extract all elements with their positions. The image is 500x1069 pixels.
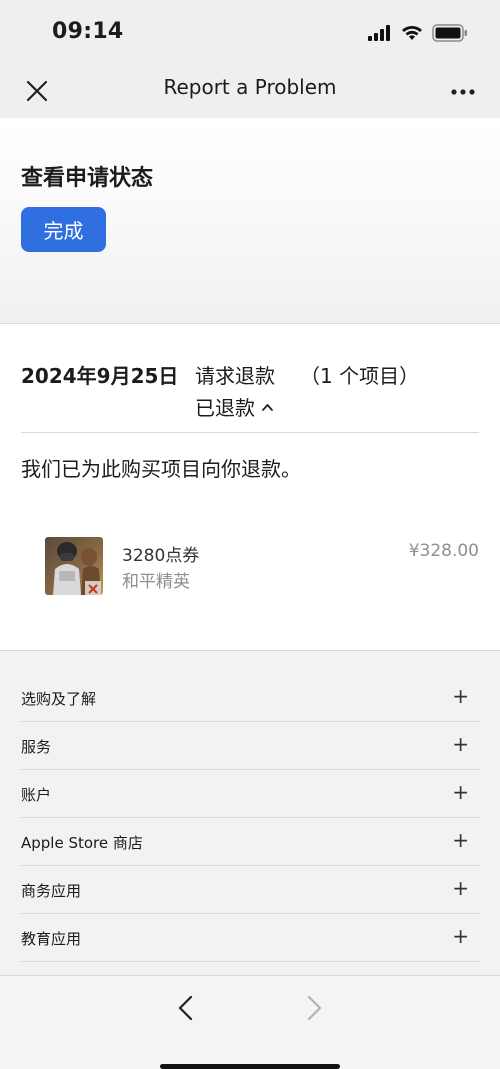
bottom-toolbar (0, 975, 500, 1069)
plus-icon: + (452, 684, 469, 708)
navigation-bar: Report a Problem (0, 66, 500, 118)
refund-request-card: 2024年9月25日 请求退款 （1 个项目） 已退款 我们已为此购买项目向你退… (0, 323, 500, 651)
footer-link-label: Apple Store 商店 (21, 834, 143, 852)
request-status-toggle[interactable]: 已退款 (195, 392, 274, 421)
footer-link-row[interactable]: 选购及了解 + (21, 674, 479, 722)
footer-link-row[interactable]: Apple Store 商店 + (21, 818, 479, 866)
status-section: 查看申请状态 完成 (0, 118, 500, 323)
status-icons (368, 24, 468, 42)
plus-icon: + (452, 876, 469, 900)
footer-link-label: 选购及了解 (21, 690, 97, 708)
footer-link-label: 商务应用 (21, 882, 82, 900)
plus-icon: + (452, 780, 469, 804)
request-type: 请求退款 (195, 364, 275, 388)
request-item-count: （1 个项目） (300, 364, 420, 388)
page-title: Report a Problem (163, 75, 337, 99)
footer-links: 选购及了解 + 服务 + 账户 + Apple Store 商店 + 商务应用 … (21, 674, 479, 962)
app-icon (45, 537, 103, 595)
plus-icon: + (452, 828, 469, 852)
home-indicator (160, 1064, 340, 1069)
status-heading: 查看申请状态 (21, 166, 154, 191)
refund-message: 我们已为此购买项目向你退款。 (21, 457, 301, 481)
footer-link-row[interactable]: 服务 + (21, 722, 479, 770)
status-bar: 09:14 (0, 0, 500, 66)
request-date: 2024年9月25日 (21, 364, 179, 388)
more-options-icon[interactable] (448, 76, 478, 106)
footer-link-row[interactable]: 教育应用 + (21, 914, 479, 962)
item-app-name: 和平精英 (122, 572, 190, 592)
request-status: 已退款 (195, 396, 255, 420)
back-arrow-icon[interactable] (172, 992, 200, 1024)
footer-link-label: 账户 (21, 786, 52, 804)
forward-arrow-icon (307, 995, 322, 1021)
footer-link-label: 服务 (21, 738, 52, 756)
divider (21, 432, 479, 433)
done-button[interactable]: 完成 (21, 207, 106, 252)
footer-link-row[interactable]: 商务应用 + (21, 866, 479, 914)
cellular-signal-icon (368, 25, 390, 41)
wifi-icon (402, 26, 422, 40)
chevron-up-icon (262, 403, 273, 411)
item-name: 3280点券 (122, 546, 200, 566)
item-price: ¥328.00 (408, 541, 479, 561)
status-time: 09:14 (52, 19, 124, 44)
plus-icon: + (452, 924, 469, 948)
footer-link-label: 教育应用 (21, 930, 82, 948)
plus-icon: + (452, 732, 469, 756)
battery-icon (432, 24, 467, 42)
footer-link-row[interactable]: 账户 + (21, 770, 479, 818)
